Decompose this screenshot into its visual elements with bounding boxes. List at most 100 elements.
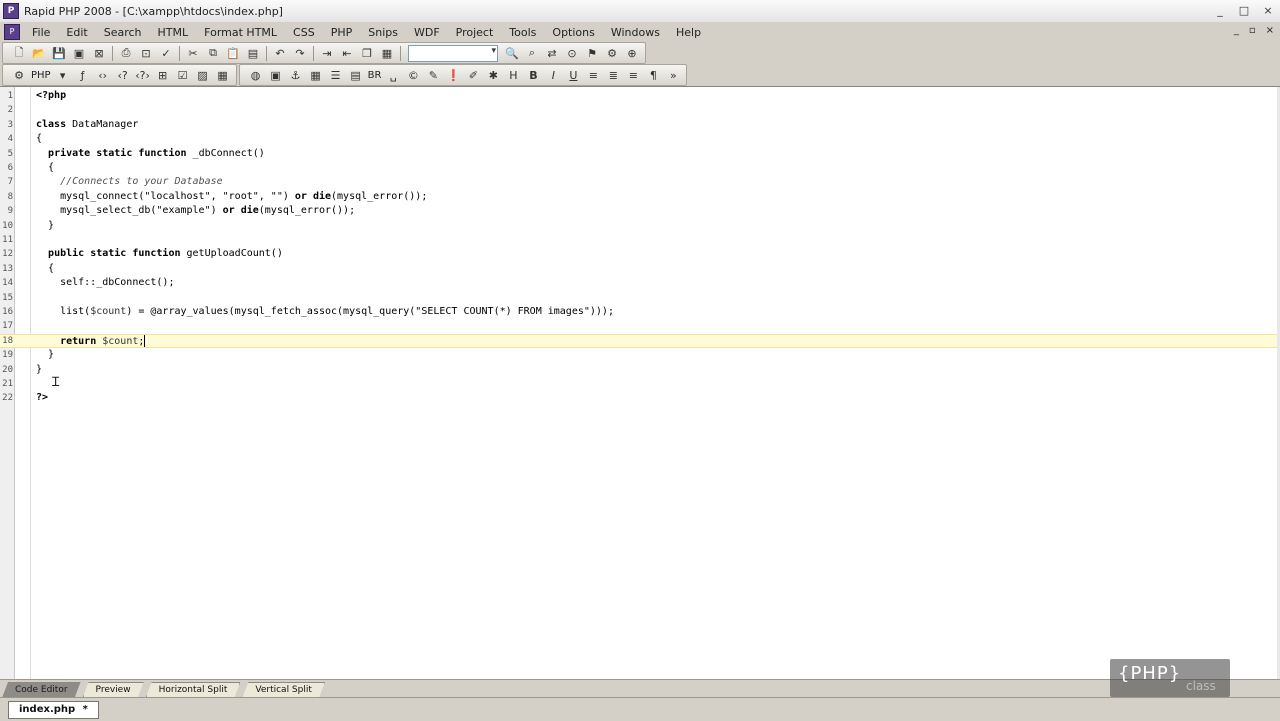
- form-icon[interactable]: ▤: [348, 67, 364, 83]
- code-line[interactable]: 13 {: [0, 262, 1280, 276]
- php-table-icon[interactable]: ▦: [215, 67, 231, 83]
- pencil-icon[interactable]: ✐: [465, 67, 481, 83]
- align-right-icon[interactable]: ≡: [625, 67, 641, 83]
- outdent-icon[interactable]: ⇤: [339, 45, 355, 61]
- find-next-icon[interactable]: ⌕: [524, 45, 540, 61]
- menu-options[interactable]: Options: [544, 26, 602, 39]
- code-line[interactable]: 2: [0, 103, 1280, 117]
- php-image-icon[interactable]: ▨: [195, 67, 211, 83]
- line-code[interactable]: private static function _dbConnect(): [36, 147, 265, 161]
- line-code[interactable]: }: [36, 348, 54, 362]
- code-line[interactable]: 20}: [0, 363, 1280, 377]
- underline-icon[interactable]: U: [565, 67, 581, 83]
- paste-icon[interactable]: 📋: [225, 45, 241, 61]
- zoom-icon[interactable]: ⊕: [624, 45, 640, 61]
- php-form-icon[interactable]: ☑: [175, 67, 191, 83]
- code-line[interactable]: 6 {: [0, 161, 1280, 175]
- code-line[interactable]: 5 private static function _dbConnect(): [0, 147, 1280, 161]
- search-combo[interactable]: [408, 44, 498, 62]
- copy-icon[interactable]: ⧉: [205, 45, 221, 61]
- menu-windows[interactable]: Windows: [603, 26, 668, 39]
- line-code[interactable]: return $count;: [36, 334, 146, 348]
- save-all-icon[interactable]: ▣: [71, 45, 87, 61]
- italic-icon[interactable]: I: [545, 67, 561, 83]
- tab-horizontal-split[interactable]: Horizontal Split: [146, 682, 241, 698]
- maximize-button[interactable]: □: [1238, 4, 1250, 17]
- close-button[interactable]: ×: [1262, 4, 1274, 17]
- mdi-close-button[interactable]: ×: [1266, 25, 1274, 36]
- bookmark-icon[interactable]: ⚑: [584, 45, 600, 61]
- mdi-restore-button[interactable]: ▫: [1249, 25, 1256, 36]
- code-line[interactable]: 21: [0, 377, 1280, 391]
- list-icon[interactable]: ☰: [328, 67, 344, 83]
- line-code[interactable]: list($count) = @array_values(mysql_fetch…: [36, 305, 614, 319]
- code-line[interactable]: 1 <?php: [0, 89, 1280, 103]
- paste-special-icon[interactable]: ▤: [245, 45, 261, 61]
- image-icon[interactable]: ▣: [268, 67, 284, 83]
- new-file-icon[interactable]: 🗋: [11, 45, 27, 61]
- cut-icon[interactable]: ✂: [185, 45, 201, 61]
- code-line[interactable]: 16 list($count) = @array_values(mysql_fe…: [0, 305, 1280, 319]
- php-label[interactable]: PHP: [31, 70, 51, 81]
- line-code[interactable]: {: [36, 262, 54, 276]
- color-picker-icon[interactable]: ✎: [425, 67, 441, 83]
- tab-preview[interactable]: Preview: [83, 682, 144, 698]
- code-line[interactable]: 3 class DataManager: [0, 118, 1280, 132]
- line-code[interactable]: ?>: [36, 391, 48, 405]
- code-line[interactable]: 18 return $count;: [0, 333, 1280, 349]
- br-label[interactable]: BR: [368, 70, 382, 81]
- menu-format-html[interactable]: Format HTML: [196, 26, 285, 39]
- more-icon[interactable]: »: [665, 67, 681, 83]
- print-icon[interactable]: ⎙: [118, 45, 134, 61]
- menu-tools[interactable]: Tools: [501, 26, 544, 39]
- minimize-button[interactable]: _: [1214, 4, 1226, 17]
- menu-edit[interactable]: Edit: [58, 26, 95, 39]
- code-line[interactable]: 19 }: [0, 348, 1280, 362]
- globe-icon[interactable]: ◍: [248, 67, 264, 83]
- code-line[interactable]: 15: [0, 291, 1280, 305]
- table-icon[interactable]: ▦: [308, 67, 324, 83]
- menu-help[interactable]: Help: [668, 26, 709, 39]
- line-code[interactable]: mysql_select_db("example") or die(mysql_…: [36, 204, 355, 218]
- php-tag-icon[interactable]: ‹›: [95, 67, 111, 83]
- copyright-icon[interactable]: ©: [405, 67, 421, 83]
- nbsp-icon[interactable]: ␣: [385, 67, 401, 83]
- menu-project[interactable]: Project: [448, 26, 502, 39]
- line-code[interactable]: }: [36, 363, 42, 377]
- replace-icon[interactable]: ⇄: [544, 45, 560, 61]
- indent-icon[interactable]: ⇥: [319, 45, 335, 61]
- line-code[interactable]: self::_dbConnect();: [36, 276, 174, 290]
- heading-icon[interactable]: H: [505, 67, 521, 83]
- php-block-icon[interactable]: ‹?›: [135, 67, 151, 83]
- paragraph-icon[interactable]: ¶: [645, 67, 661, 83]
- line-code[interactable]: //Connects to your Database: [36, 175, 223, 189]
- menu-php[interactable]: PHP: [323, 26, 361, 39]
- bold-icon[interactable]: B: [525, 67, 541, 83]
- settings-gear-icon[interactable]: ⚙: [604, 45, 620, 61]
- tab-vertical-split[interactable]: Vertical Split: [242, 682, 325, 698]
- code-line[interactable]: 22 ?>: [0, 391, 1280, 405]
- code-line[interactable]: 12 public static function getUploadCount…: [0, 247, 1280, 261]
- layout-icon[interactable]: ▦: [379, 45, 395, 61]
- document-tab-index-php[interactable]: index.php *: [8, 700, 99, 719]
- line-code[interactable]: }: [36, 219, 54, 233]
- mdi-minimize-button[interactable]: _: [1234, 25, 1239, 36]
- php-gear-icon[interactable]: ⚙: [11, 67, 27, 83]
- menu-file[interactable]: File: [24, 26, 58, 39]
- php-function-icon[interactable]: ƒ: [75, 67, 91, 83]
- line-code[interactable]: public static function getUploadCount(): [36, 247, 283, 261]
- print-preview-icon[interactable]: ⊡: [138, 45, 154, 61]
- php-echo-icon[interactable]: ‹?: [115, 67, 131, 83]
- find-icon[interactable]: 🔍: [504, 45, 520, 61]
- tab-code-editor[interactable]: Code Editor: [2, 682, 81, 698]
- code-line[interactable]: 11: [0, 233, 1280, 247]
- code-line[interactable]: 14 self::_dbConnect();: [0, 276, 1280, 290]
- align-center-icon[interactable]: ≣: [605, 67, 621, 83]
- marker-icon[interactable]: ❗: [445, 67, 461, 83]
- code-line[interactable]: 17: [0, 319, 1280, 333]
- line-code[interactable]: {: [36, 161, 54, 175]
- document-icon[interactable]: P: [4, 24, 20, 40]
- menu-html[interactable]: HTML: [150, 26, 197, 39]
- style-icon[interactable]: ✱: [485, 67, 501, 83]
- close-file-icon[interactable]: ⊠: [91, 45, 107, 61]
